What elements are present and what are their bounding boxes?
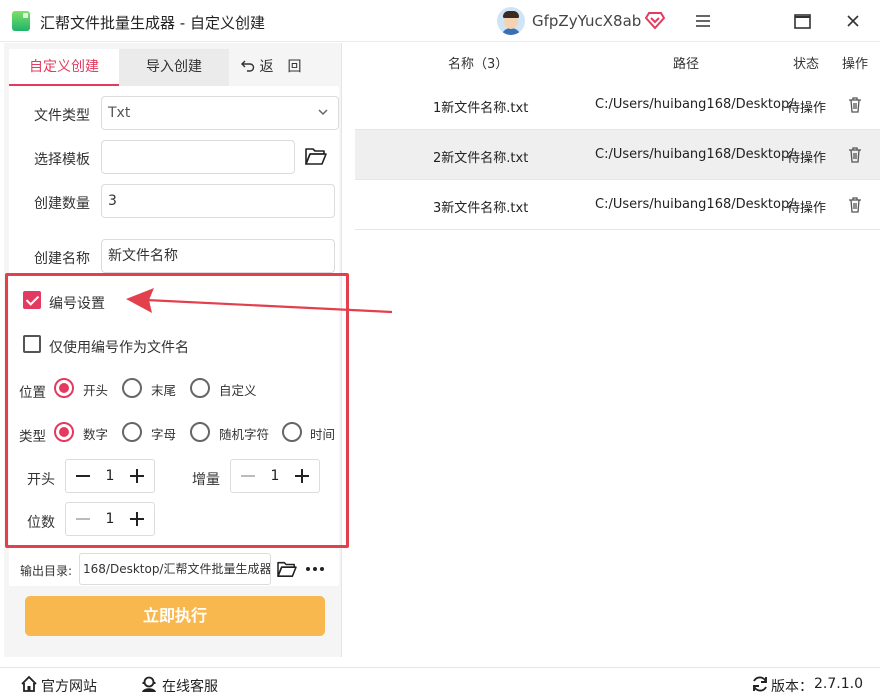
output-dir-label: 输出目录: xyxy=(20,564,73,578)
digits-minus-button[interactable] xyxy=(66,503,100,535)
tab-import-create[interactable]: 导入创建 xyxy=(119,49,229,86)
output-folder-icon[interactable] xyxy=(277,560,297,578)
position-label: 位置 xyxy=(19,385,46,401)
count-input[interactable]: 3 xyxy=(101,184,335,218)
position-radio-end[interactable] xyxy=(122,378,142,398)
refresh-icon[interactable] xyxy=(751,675,769,693)
close-icon[interactable] xyxy=(840,8,866,34)
home-icon[interactable] xyxy=(20,675,38,693)
chevron-down-icon xyxy=(318,109,328,116)
only-number-checkbox[interactable] xyxy=(23,335,41,353)
template-input[interactable] xyxy=(101,140,295,174)
start-stepper: 1 xyxy=(65,459,155,493)
template-folder-icon[interactable] xyxy=(305,146,327,166)
file-type-value: Txt xyxy=(108,105,131,121)
row-path: C:/Users/huibang168/Desktop/ xyxy=(595,197,794,212)
row-status: 待操作 xyxy=(787,101,827,116)
digits-plus-button[interactable] xyxy=(120,503,154,535)
digits-label: 位数 xyxy=(27,515,55,531)
row-status: 待操作 xyxy=(787,201,827,216)
col-status-header: 状态 xyxy=(793,57,820,72)
website-link[interactable]: 官方网站 xyxy=(41,676,97,696)
menu-icon[interactable] xyxy=(690,8,716,34)
type-number-label: 数字 xyxy=(83,427,109,442)
app-logo-icon xyxy=(12,11,30,31)
start-plus-button[interactable] xyxy=(120,460,154,492)
title-bar: 汇帮文件批量生成器 - 自定义创建 GfpZyYucX8ab xyxy=(0,0,880,42)
support-link[interactable]: 在线客服 xyxy=(162,676,218,696)
only-number-label: 仅使用编号作为文件名 xyxy=(49,340,189,356)
row-path: C:/Users/huibang168/Desktop/ xyxy=(595,97,794,112)
back-button[interactable]: 返 回 xyxy=(241,49,321,86)
red-arrow-annotation xyxy=(126,288,393,314)
increment-stepper: 1 xyxy=(230,459,320,493)
type-radio-number[interactable] xyxy=(54,422,74,442)
row-name: 1新文件名称.txt xyxy=(433,101,529,116)
username[interactable]: GfpZyYucX8ab xyxy=(532,12,641,30)
back-label: 返 回 xyxy=(259,59,302,75)
increment-plus-button[interactable] xyxy=(285,460,319,492)
support-icon[interactable] xyxy=(140,675,158,693)
name-label: 创建名称 xyxy=(34,251,90,267)
row-path: C:/Users/huibang168/Desktop/ xyxy=(595,147,794,162)
increment-value[interactable]: 1 xyxy=(265,460,285,492)
table-row[interactable]: 2新文件名称.txt C:/Users/huibang168/Desktop/ … xyxy=(355,130,880,180)
col-name-header: 名称（3） xyxy=(448,57,509,72)
name-input[interactable]: 新文件名称 xyxy=(101,239,335,273)
row-name: 3新文件名称.txt xyxy=(433,201,529,216)
position-radio-start[interactable] xyxy=(54,378,74,398)
trash-icon[interactable] xyxy=(847,96,863,113)
trash-icon[interactable] xyxy=(847,146,863,163)
position-custom-label: 自定义 xyxy=(219,383,257,398)
output-dir-input[interactable]: 168/Desktop/汇帮文件批量生成器 xyxy=(79,553,271,585)
position-radio-custom[interactable] xyxy=(190,378,210,398)
more-options-icon[interactable] xyxy=(304,560,326,578)
back-arrow-icon xyxy=(241,60,255,72)
type-random-label: 随机字符 xyxy=(219,427,270,442)
start-label: 开头 xyxy=(27,472,55,488)
digits-value[interactable]: 1 xyxy=(100,503,120,535)
position-start-label: 开头 xyxy=(83,383,109,398)
table-row[interactable]: 1新文件名称.txt C:/Users/huibang168/Desktop/ … xyxy=(355,80,880,130)
tab-bar: 自定义创建 导入创建 返 回 xyxy=(9,49,339,86)
type-label: 类型 xyxy=(19,429,46,445)
file-type-label: 文件类型 xyxy=(34,108,90,124)
window-title: 汇帮文件批量生成器 - 自定义创建 xyxy=(40,14,265,32)
footer-bar: 官方网站 在线客服 版本： 2.7.1.0 xyxy=(0,667,880,700)
maximize-icon[interactable] xyxy=(789,8,815,34)
file-table-header: 名称（3） 路径 状态 操作 xyxy=(355,42,880,80)
type-radio-random[interactable] xyxy=(190,422,210,442)
version-label: 版本： xyxy=(771,679,813,695)
increment-minus-button[interactable] xyxy=(231,460,265,492)
type-letter-label: 字母 xyxy=(151,427,177,442)
increment-label: 增量 xyxy=(192,472,220,488)
template-label: 选择模板 xyxy=(34,152,90,168)
count-label: 创建数量 xyxy=(34,196,90,212)
type-time-label: 时间 xyxy=(310,427,336,442)
digits-stepper: 1 xyxy=(65,502,155,536)
type-radio-letter[interactable] xyxy=(122,422,142,442)
col-action-header: 操作 xyxy=(842,57,869,72)
type-radio-time[interactable] xyxy=(282,422,302,442)
trash-icon[interactable] xyxy=(847,196,863,213)
table-row[interactable]: 3新文件名称.txt C:/Users/huibang168/Desktop/ … xyxy=(355,180,880,230)
version-number: 2.7.1.0 xyxy=(814,676,863,692)
start-value[interactable]: 1 xyxy=(100,460,120,492)
numbering-checkbox[interactable] xyxy=(23,291,41,309)
run-now-button[interactable]: 立即执行 xyxy=(25,596,325,636)
row-name: 2新文件名称.txt xyxy=(433,151,529,166)
numbering-label: 编号设置 xyxy=(49,296,105,312)
vip-diamond-icon[interactable] xyxy=(645,11,665,29)
col-path-header: 路径 xyxy=(673,57,700,72)
start-minus-button[interactable] xyxy=(66,460,100,492)
tab-custom-create[interactable]: 自定义创建 xyxy=(9,49,119,86)
file-type-select[interactable]: Txt xyxy=(101,96,339,130)
row-status: 待操作 xyxy=(787,151,827,166)
user-avatar[interactable] xyxy=(497,7,525,35)
position-end-label: 末尾 xyxy=(151,383,177,398)
